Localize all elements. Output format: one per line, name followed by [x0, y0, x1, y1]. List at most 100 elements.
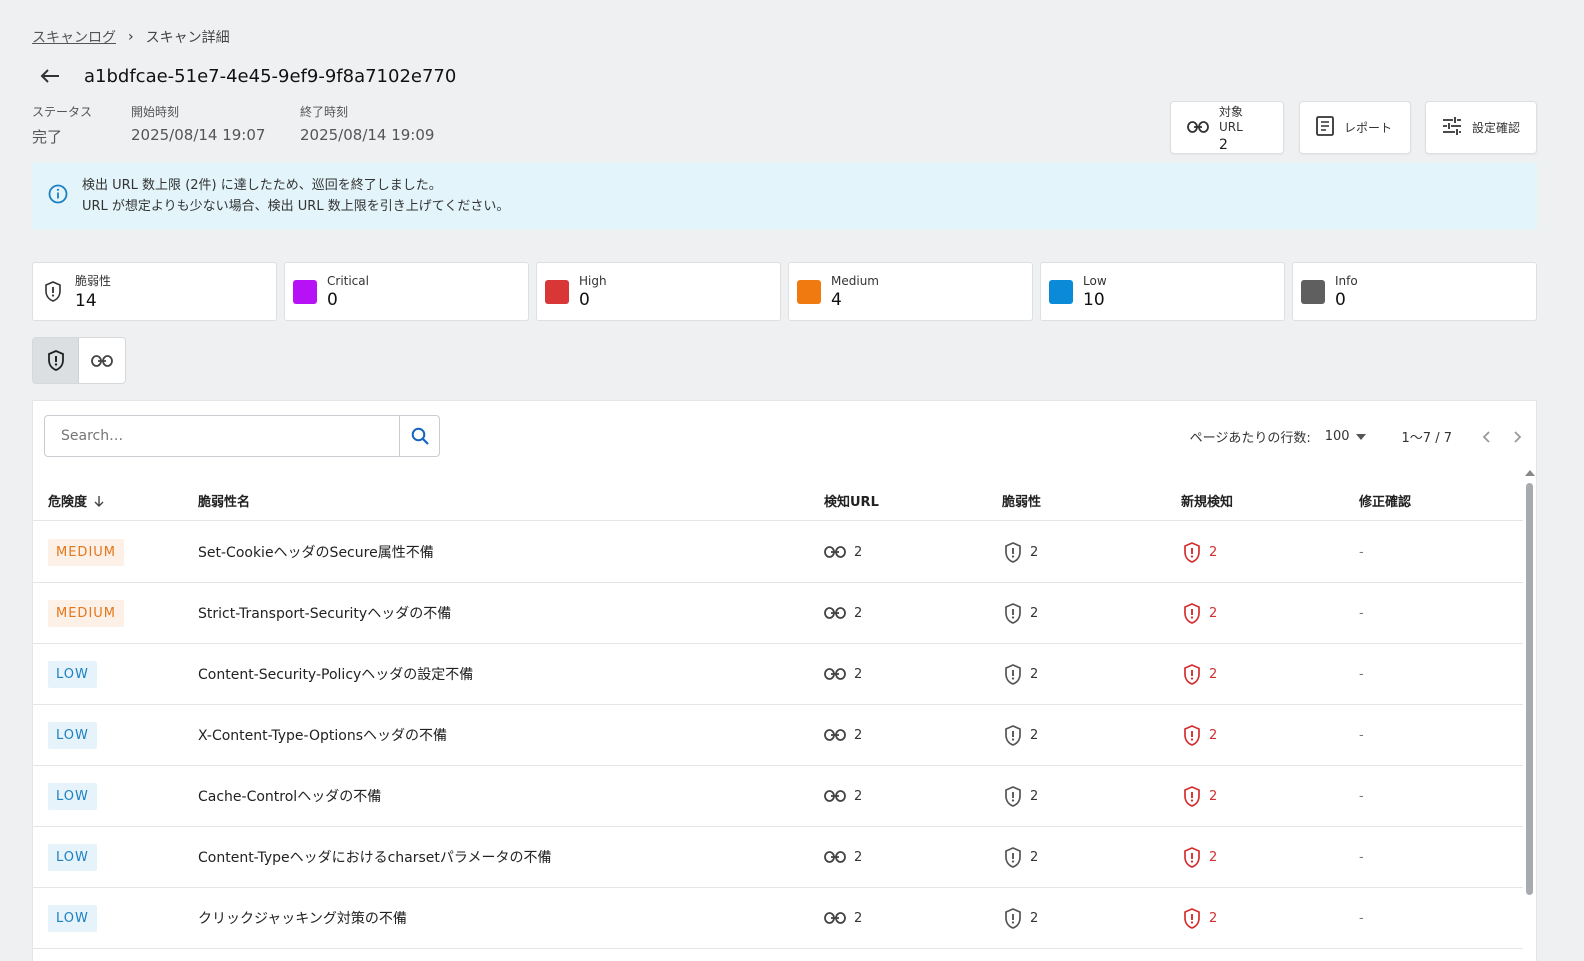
severity-cell: LOW — [48, 644, 97, 704]
shield-icon — [1004, 907, 1022, 929]
col-url-label: 検知URL — [824, 495, 879, 510]
vulnerability-view-toggle[interactable] — [33, 338, 80, 383]
alert-shield-icon — [1183, 663, 1201, 685]
shield-icon — [41, 281, 65, 302]
new-detection-cell: 2 — [1183, 827, 1217, 887]
alert-shield-icon — [1183, 724, 1201, 746]
col-name-header: 脆弱性名 — [198, 491, 250, 510]
stat-label: Critical — [327, 273, 369, 288]
stat-info: Info 0 — [1292, 262, 1537, 321]
breadcrumb: スキャンログ › スキャン詳細 — [32, 27, 230, 47]
breadcrumb-scan-log-link[interactable]: スキャンログ — [32, 27, 116, 47]
vulnerability-name[interactable]: Set-CookieヘッダのSecure属性不備 — [198, 542, 434, 562]
vulnerability-count: 2 — [1030, 727, 1039, 743]
detected-url-count: 2 — [854, 544, 863, 560]
search-button[interactable] — [399, 416, 439, 456]
vulnerability-count-cell: 2 — [1004, 522, 1038, 582]
table-row[interactable]: LOW クリックジャッキング対策の不備 2 2 2 - — [33, 888, 1523, 949]
shield-icon — [1004, 846, 1022, 868]
fix-check-cell: - — [1359, 766, 1364, 826]
table-row[interactable]: LOW Content-Security-Policyヘッダの設定不備 2 2 2 - — [33, 644, 1523, 705]
vulnerability-name[interactable]: X-Content-Type-Optionsヘッダの不備 — [198, 725, 447, 745]
alert-line-2: URL が想定よりも少ない場合、検出 URL 数上限を引き上げてください。 — [82, 199, 510, 214]
meta-start-value: 2025/08/14 19:07 — [131, 126, 266, 144]
fix-check-value: - — [1359, 666, 1364, 682]
fix-check-cell: - — [1359, 827, 1364, 887]
info-icon — [48, 184, 68, 208]
table-scrollbar[interactable] — [1524, 467, 1536, 961]
vulnerability-name[interactable]: Content-Security-Policyヘッダの設定不備 — [198, 664, 473, 684]
severity-badge: MEDIUM — [48, 538, 125, 566]
vulnerability-name[interactable]: Strict-Transport-Securityヘッダの不備 — [198, 603, 451, 623]
severity-cell: LOW — [48, 705, 97, 765]
detected-url-cell: 2 — [824, 766, 862, 826]
col-new-label: 新規検知 — [1181, 495, 1234, 510]
chevron-right-icon: › — [128, 29, 134, 45]
detected-url-count: 2 — [854, 727, 863, 743]
shield-icon — [1004, 663, 1022, 685]
table-row[interactable]: LOW X-Content-Type-Optionsヘッダの不備 2 2 2 - — [33, 705, 1523, 766]
rows-per-page-value: 100 — [1324, 429, 1350, 444]
meta-status-label: ステータス — [32, 105, 93, 119]
high-color-swatch — [545, 279, 569, 304]
new-detection-cell: 2 — [1183, 583, 1217, 643]
stat-high: High 0 — [536, 262, 781, 321]
col-vuln-header: 脆弱性 — [1002, 491, 1041, 510]
detected-url-count: 2 — [854, 788, 863, 804]
info-color-swatch — [1301, 279, 1325, 304]
document-icon — [1316, 115, 1334, 140]
col-severity-header[interactable]: 危険度 — [48, 491, 105, 510]
col-new-header: 新規検知 — [1181, 491, 1233, 510]
search-input[interactable] — [45, 416, 399, 456]
table-row[interactable]: LOW Cache-Controlヘッダの不備 2 2 2 - — [33, 766, 1523, 827]
meta-status-value: 完了 — [32, 128, 63, 146]
report-button[interactable]: レポート — [1299, 101, 1411, 154]
new-detection-count: 2 — [1209, 849, 1218, 865]
fix-check-value: - — [1359, 788, 1364, 804]
detected-url-count: 2 — [854, 849, 863, 865]
settings-check-label: 設定確認 — [1472, 121, 1521, 135]
col-fixed-header: 修正確認 — [1359, 491, 1411, 510]
link-icon — [824, 729, 846, 741]
rows-per-page-select[interactable]: 100 — [1325, 429, 1366, 444]
critical-color-swatch — [293, 279, 317, 304]
fix-check-value: - — [1359, 727, 1364, 743]
prev-page-button[interactable] — [1482, 430, 1490, 443]
col-severity-label: 危険度 — [48, 495, 88, 510]
table-row[interactable]: MEDIUM Strict-Transport-Securityヘッダの不備 2 2 2… — [33, 583, 1523, 644]
url-view-toggle[interactable] — [79, 338, 125, 383]
table-row[interactable]: MEDIUM Set-CookieヘッダのSecure属性不備 2 2 2 - — [33, 522, 1523, 583]
meta-end-label: 終了時刻 — [300, 105, 349, 119]
next-page-button[interactable] — [1514, 430, 1522, 443]
vulnerability-count: 2 — [1030, 910, 1039, 926]
vulnerability-count-cell: 2 — [1004, 705, 1038, 765]
scroll-up-arrow-icon[interactable] — [1525, 470, 1535, 476]
scrollbar-thumb[interactable] — [1526, 483, 1533, 895]
severity-badge: LOW — [48, 660, 97, 688]
back-arrow-icon[interactable] — [36, 62, 64, 90]
vulnerability-name[interactable]: Content-Typeヘッダにおけるcharsetパラメータの不備 — [198, 847, 551, 867]
vulnerability-count-cell: 2 — [1004, 583, 1038, 643]
caret-down-icon — [1355, 433, 1366, 440]
severity-badge: LOW — [48, 904, 97, 932]
severity-cell: LOW — [48, 888, 97, 948]
view-toggle — [32, 337, 126, 384]
new-detection-cell: 2 — [1183, 522, 1217, 582]
vulnerability-name-cell: Content-Typeヘッダにおけるcharsetパラメータの不備 — [198, 827, 551, 887]
target-url-button[interactable]: 対象 URL 2 — [1170, 101, 1284, 154]
vulnerability-name[interactable]: クリックジャッキング対策の不備 — [198, 908, 407, 928]
alert-shield-icon — [1183, 541, 1201, 563]
alert-shield-icon — [1183, 602, 1201, 624]
table-row[interactable]: LOW Content-Typeヘッダにおけるcharsetパラメータの不備 2 2 2… — [33, 827, 1523, 888]
vulnerability-name[interactable]: Cache-Controlヘッダの不備 — [198, 786, 381, 806]
col-name-label: 脆弱性名 — [198, 495, 251, 510]
vulnerability-name-cell: Set-CookieヘッダのSecure属性不備 — [198, 522, 434, 582]
vulnerability-count-cell: 2 — [1004, 766, 1038, 826]
settings-check-button[interactable]: 設定確認 — [1425, 101, 1537, 154]
detected-url-count: 2 — [854, 910, 863, 926]
fix-check-cell: - — [1359, 583, 1364, 643]
vulnerability-name-cell: Content-Security-Policyヘッダの設定不備 — [198, 644, 473, 704]
link-icon — [824, 790, 846, 802]
severity-badge: LOW — [48, 782, 97, 810]
col-url-header: 検知URL — [824, 491, 879, 510]
